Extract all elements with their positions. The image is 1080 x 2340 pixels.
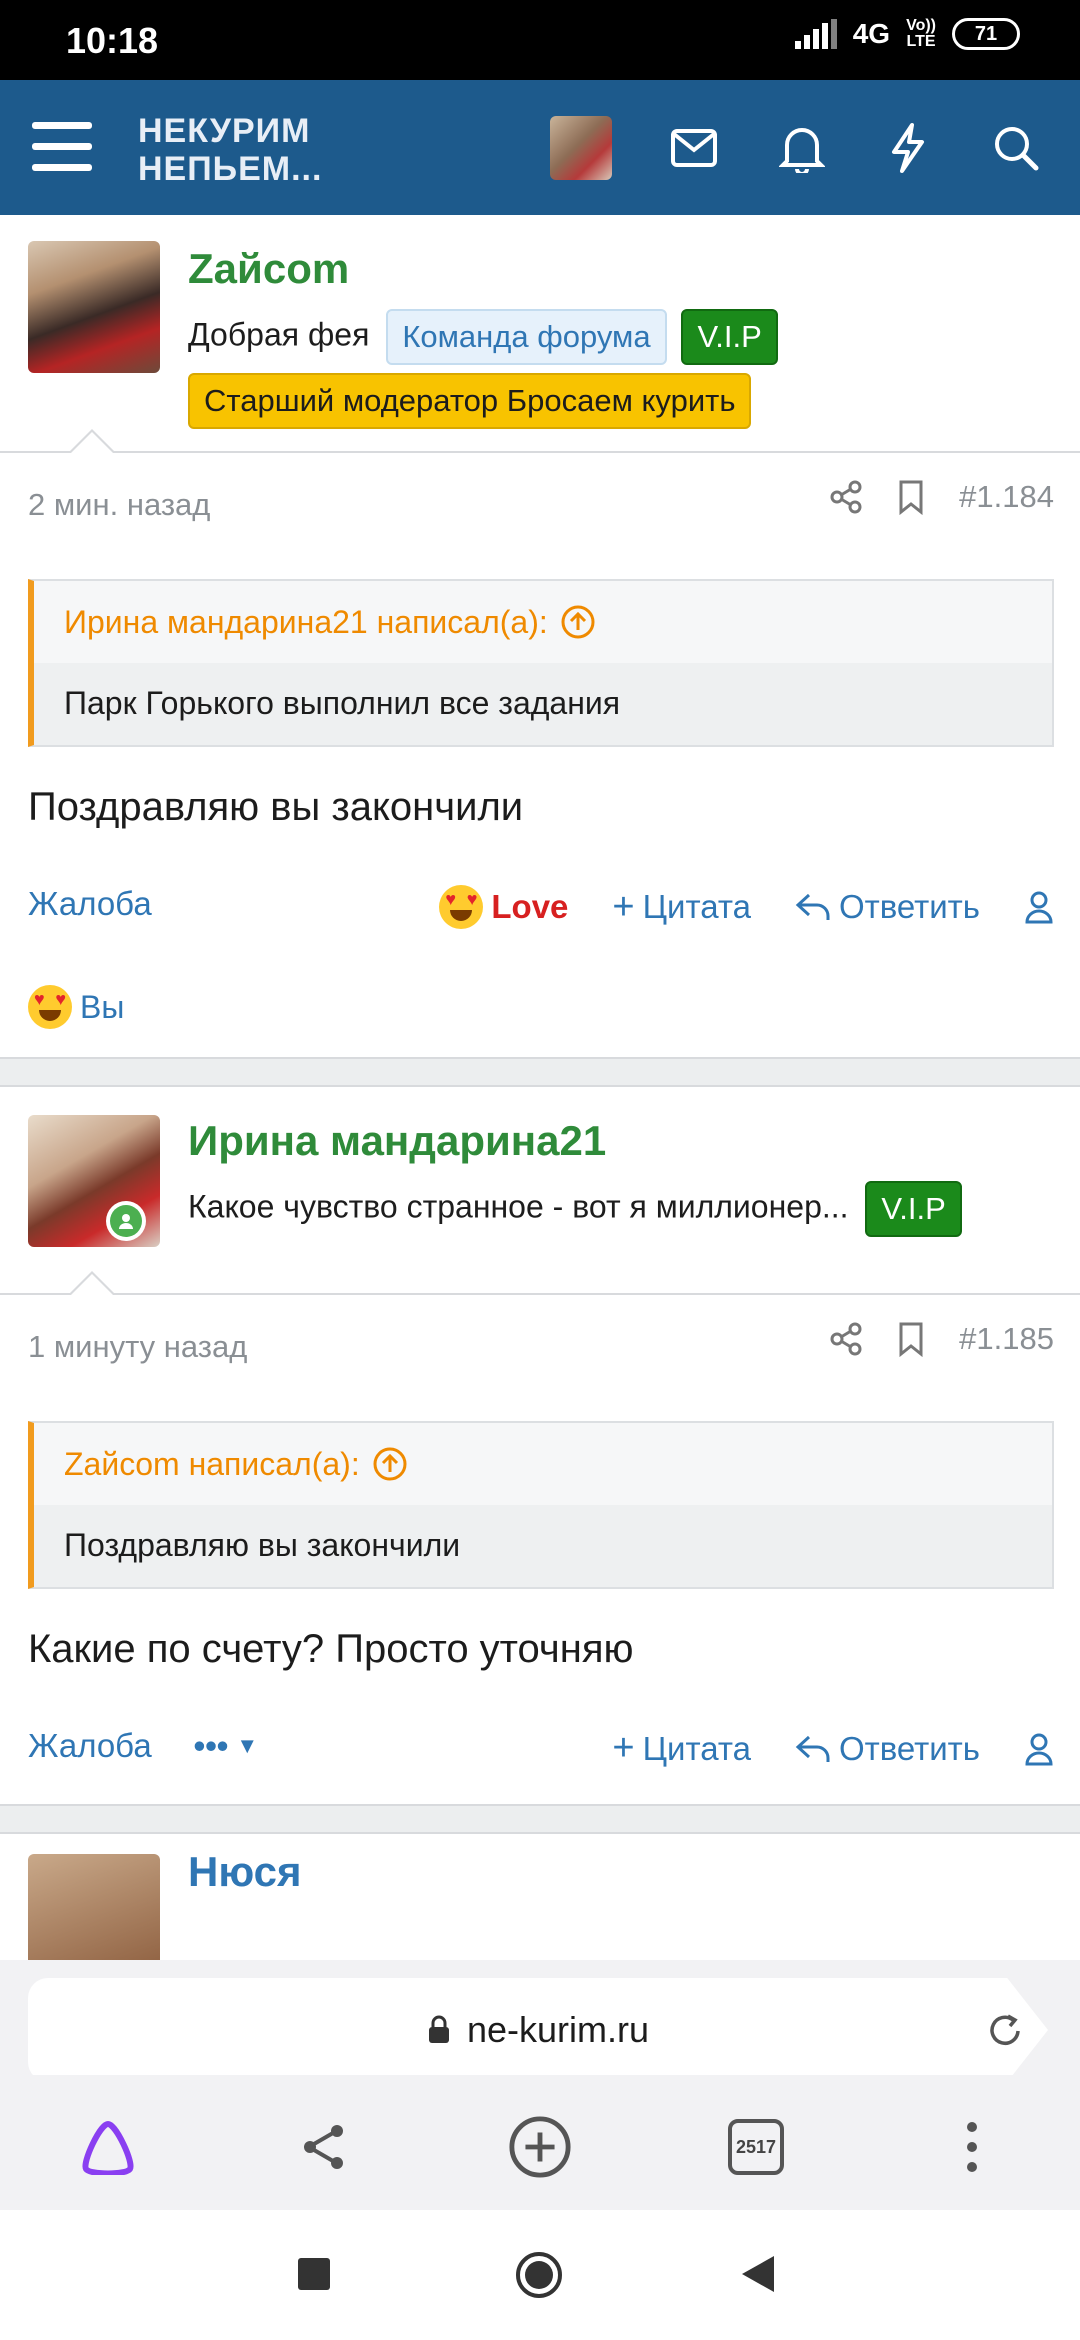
volte-icon: Vo)) LTE: [906, 17, 936, 50]
post-author-block: Zайcom Добрая фея Команда форума V.I.P С…: [0, 215, 1080, 454]
author-title: Какое чувство странное - вот я миллионер…: [188, 1188, 849, 1225]
back-icon[interactable]: [740, 2254, 776, 2299]
author-title: Добрая фея: [188, 316, 370, 353]
caret-down-icon: ▼: [236, 1733, 259, 1758]
reacted-by: Вы: [80, 988, 125, 1025]
user-avatar[interactable]: [550, 116, 612, 180]
plus-icon: +: [612, 885, 635, 928]
moderator-badge: Старший модератор Бросаем курить: [188, 373, 752, 429]
share-icon[interactable]: [829, 1322, 863, 1356]
post-actions: Жалоба Love +Цитата Ответить: [0, 857, 1080, 957]
report-link[interactable]: Жалоба: [28, 1727, 152, 1765]
share-icon[interactable]: [292, 2115, 356, 2179]
moderator-row: Старший модератор Бросаем курить: [188, 373, 752, 429]
status-time: 10:18: [66, 20, 159, 61]
url-text: ne-kurim.ru: [466, 2009, 650, 2050]
mail-icon[interactable]: [666, 120, 722, 176]
post-actions: Жалоба ••• ▼ + Цитата Ответить: [0, 1699, 1080, 1804]
arrow-up-circle-icon[interactable]: [372, 1446, 408, 1482]
system-nav-bar: [0, 2210, 1080, 2340]
lightning-icon[interactable]: [880, 120, 936, 176]
heart-eyes-emoji-icon: [439, 885, 484, 929]
author-title-row: Добрая фея Команда форума V.I.P: [188, 309, 778, 365]
reactions-summary[interactable]: Вы: [0, 957, 1080, 1057]
quote-header[interactable]: Ирина мандарина21 написал(а):: [34, 581, 1052, 663]
author-title-row: Какое чувство странное - вот я миллионер…: [188, 1181, 962, 1237]
share-icon[interactable]: [829, 480, 863, 514]
author-name[interactable]: Ирина мандарина21: [188, 1117, 606, 1165]
author-avatar[interactable]: [28, 1854, 160, 1960]
user-icon[interactable]: [1024, 890, 1054, 924]
status-bar: 10:18 4G Vo)) LTE 71: [0, 0, 1080, 80]
status-icons: 4G Vo)) LTE 71: [794, 17, 1020, 50]
post-time[interactable]: 1 минуту назад: [28, 1329, 247, 1365]
post-meta: 1 минуту назад #1.185: [0, 1295, 1080, 1395]
more-options-icon[interactable]: [940, 2115, 1004, 2179]
vip-badge: V.I.P: [681, 309, 778, 365]
new-tab-icon[interactable]: [508, 2115, 572, 2179]
bookmark-icon[interactable]: [897, 479, 925, 515]
menu-icon[interactable]: [32, 122, 92, 172]
quote-block: Zайcom написал(а): Поздравляю вы закончи…: [28, 1421, 1054, 1589]
more-menu-button[interactable]: ••• ▼: [194, 1727, 258, 1765]
network-type: 4G: [852, 18, 891, 49]
post-number[interactable]: #1.184: [959, 479, 1054, 515]
post-message: Какие по счету? Просто уточняю: [28, 1627, 634, 1671]
reply-button[interactable]: Ответить: [795, 888, 980, 926]
vip-badge: V.I.P: [865, 1181, 962, 1237]
reload-icon[interactable]: [986, 2012, 1024, 2050]
thread-content: Zайcom Добрая фея Команда форума V.I.P С…: [0, 215, 1080, 1960]
user-icon[interactable]: [1024, 1732, 1054, 1766]
author-name[interactable]: Нюся: [188, 1848, 302, 1896]
team-badge: Команда форума: [386, 309, 667, 365]
bookmark-icon[interactable]: [897, 1321, 925, 1357]
online-status-icon: [106, 1201, 146, 1241]
author-name[interactable]: Zайcom: [188, 245, 349, 293]
tabs-button[interactable]: 2517: [724, 2115, 788, 2179]
quote-text: Поздравляю вы закончили: [34, 1505, 1052, 1587]
reply-button[interactable]: Ответить: [795, 1730, 980, 1768]
post-author-block: Ирина мандарина21 Какое чувство странное…: [0, 1087, 1080, 1296]
quote-author: Ирина мандарина21 написал(а):: [64, 603, 548, 640]
post-separator: [0, 1804, 1080, 1834]
battery-icon: 71: [952, 18, 1020, 50]
post: Нюся: [0, 1834, 1080, 1960]
forum-header: НЕКУРИМ НЕПЬЕМ...: [0, 80, 1080, 215]
post: Zайcom Добрая фея Команда форума V.I.P С…: [0, 215, 1080, 1057]
author-avatar[interactable]: [28, 241, 160, 373]
reply-icon: [795, 893, 830, 920]
quote-header[interactable]: Zайcom написал(а):: [34, 1423, 1052, 1505]
post: Ирина мандарина21 Какое чувство странное…: [0, 1087, 1080, 1804]
browser-url-area: ne-kurim.ru: [0, 1960, 1080, 2082]
post-number[interactable]: #1.185: [959, 1321, 1054, 1357]
post-message: Поздравляю вы закончили: [28, 785, 524, 829]
quote-author: Zайcom написал(а):: [64, 1445, 360, 1482]
bell-icon[interactable]: [774, 120, 830, 176]
recent-apps-icon[interactable]: [298, 2258, 330, 2290]
search-icon[interactable]: [988, 120, 1044, 176]
alice-assistant-icon[interactable]: [76, 2115, 140, 2179]
post-meta: 2 мин. назад #1.184: [0, 453, 1080, 553]
arrow-up-circle-icon[interactable]: [560, 604, 596, 640]
quote-block: Ирина мандарина21 написал(а): Парк Горьк…: [28, 579, 1054, 747]
quote-button[interactable]: + Цитата: [612, 886, 751, 929]
site-logo[interactable]: НЕКУРИМ НЕПЬЕМ...: [138, 112, 322, 188]
post-separator: [0, 1057, 1080, 1087]
report-link[interactable]: Жалоба: [28, 885, 152, 923]
header-notch: [68, 429, 116, 454]
header-notch: [68, 1271, 116, 1296]
signal-icon: [794, 19, 837, 49]
tab-count: 2517: [728, 2119, 784, 2175]
post-time[interactable]: 2 мин. назад: [28, 487, 210, 523]
quote-text: Парк Горького выполнил все задания: [34, 663, 1052, 745]
heart-eyes-emoji-icon: [28, 985, 72, 1029]
reply-icon: [795, 1735, 830, 1762]
reaction-button[interactable]: Love: [439, 885, 568, 929]
home-icon[interactable]: [514, 2250, 564, 2305]
plus-icon: +: [612, 1727, 635, 1769]
browser-toolbar: 2517: [0, 2075, 1080, 2210]
quote-button[interactable]: + Цитата: [612, 1727, 751, 1770]
url-bar[interactable]: ne-kurim.ru: [28, 1978, 1048, 2082]
lock-icon: [428, 2015, 449, 2043]
